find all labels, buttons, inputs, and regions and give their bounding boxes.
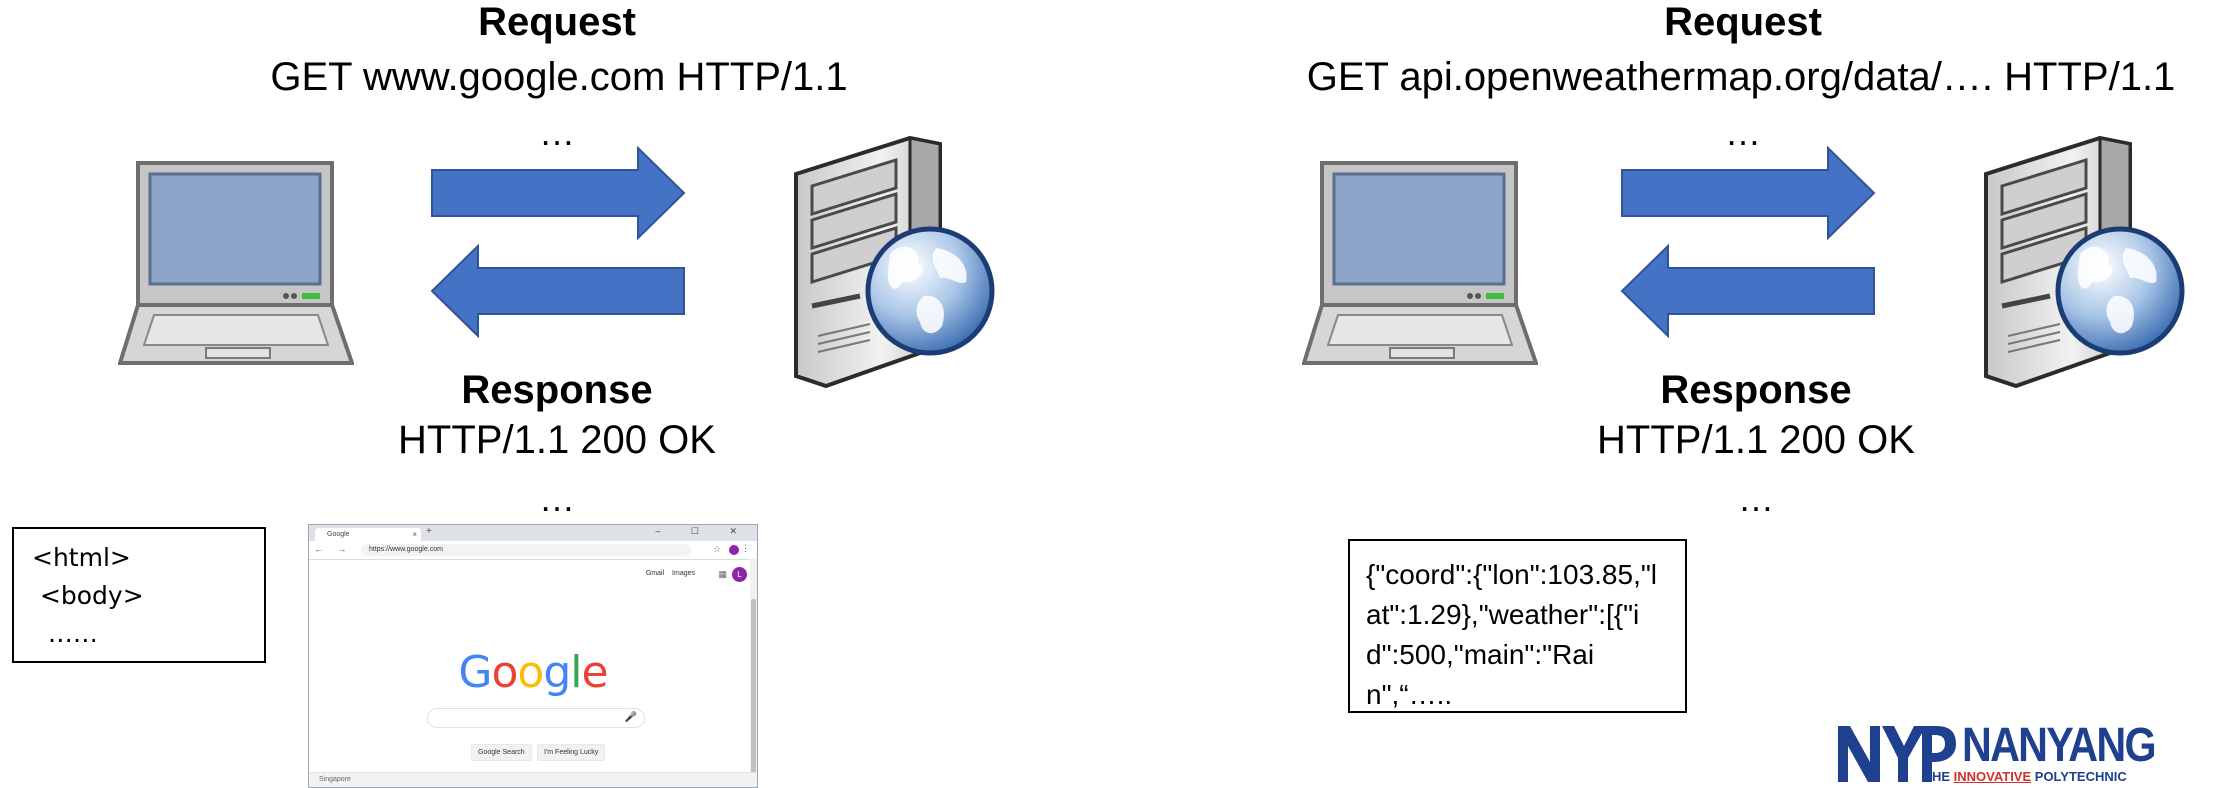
left-request-line: GET www.google.com HTTP/1.1: [270, 55, 848, 99]
laptop-icon: [1302, 161, 1538, 365]
web-server-icon: [794, 136, 995, 389]
laptop-icon: [118, 161, 354, 365]
google-logo-letter: e: [581, 647, 609, 698]
new-tab-icon: +: [426, 526, 432, 537]
microphone-icon: 🎤: [624, 712, 637, 723]
left-response-dots: …: [539, 478, 575, 519]
tagline-prefix: THE: [1924, 769, 1954, 784]
right-response-dots: …: [1738, 478, 1774, 519]
google-logo-letter: o: [491, 647, 519, 698]
browser-url: https://www.google.com: [361, 544, 691, 556]
google-logo-letter: g: [543, 647, 571, 698]
response-arrow-icon: [430, 244, 685, 338]
google-logo-letter: G: [458, 647, 492, 698]
right-request-heading: Request: [1664, 0, 1822, 44]
browser-address-bar: ← → C https://www.google.com ☆ ⋮: [309, 541, 757, 560]
right-request-line: GET api.openweathermap.org/data/…. HTTP/…: [1306, 55, 2176, 99]
google-logo-letter: l: [570, 647, 582, 698]
browser-tab: Google ×: [315, 528, 421, 541]
avatar: L: [732, 567, 747, 582]
feeling-lucky-button: I'm Feeling Lucky: [537, 744, 606, 761]
browser-screenshot: Google × + – ☐ ✕ ← → C https://www.googl…: [308, 524, 758, 788]
apps-grid-icon: ▦: [718, 569, 727, 579]
tagline-suffix: POLYTECHNIC: [2031, 769, 2127, 784]
profile-avatar-small: [729, 545, 739, 555]
html-source-box: <html> <body> ……: [12, 527, 266, 663]
right-response-line: HTTP/1.1 200 OK: [1597, 418, 1915, 462]
browser-footer: Singapore: [309, 772, 757, 787]
browser-tab-title: Google: [327, 531, 350, 538]
web-server-icon: [1984, 136, 2185, 389]
window-controls: – ☐ ✕: [655, 526, 751, 536]
close-icon: ×: [412, 530, 417, 539]
nyp-logo-tagline: THE INNOVATIVE POLYTECHNIC: [1924, 769, 2127, 784]
request-arrow-icon: [431, 146, 686, 240]
nyp-logo-text: NANYANG: [1962, 719, 2157, 772]
browser-scrollbar: [750, 559, 757, 787]
tagline-highlight: INNOVATIVE: [1953, 769, 2032, 784]
left-request-heading: Request: [478, 0, 636, 44]
google-search-box: 🎤: [427, 708, 645, 728]
google-search-button: Google Search: [471, 744, 532, 761]
star-icon: ☆: [712, 544, 721, 554]
request-arrow-icon: [1621, 146, 1876, 240]
left-response-line: HTTP/1.1 200 OK: [398, 418, 716, 462]
left-response-heading: Response: [461, 368, 653, 412]
google-logo: Google: [309, 647, 757, 698]
response-arrow-icon: [1620, 244, 1875, 338]
json-response-box: {"coord":{"lon":103.85,"lat":1.29},"weat…: [1348, 539, 1687, 713]
google-logo-letter: o: [517, 647, 544, 698]
right-response-heading: Response: [1660, 368, 1852, 412]
browser-scroll-thumb: [751, 599, 756, 787]
menu-icon: ⋮: [741, 543, 750, 553]
google-top-links: Gmail Images: [645, 570, 695, 577]
browser-tab-bar: Google × + – ☐ ✕: [309, 525, 757, 541]
